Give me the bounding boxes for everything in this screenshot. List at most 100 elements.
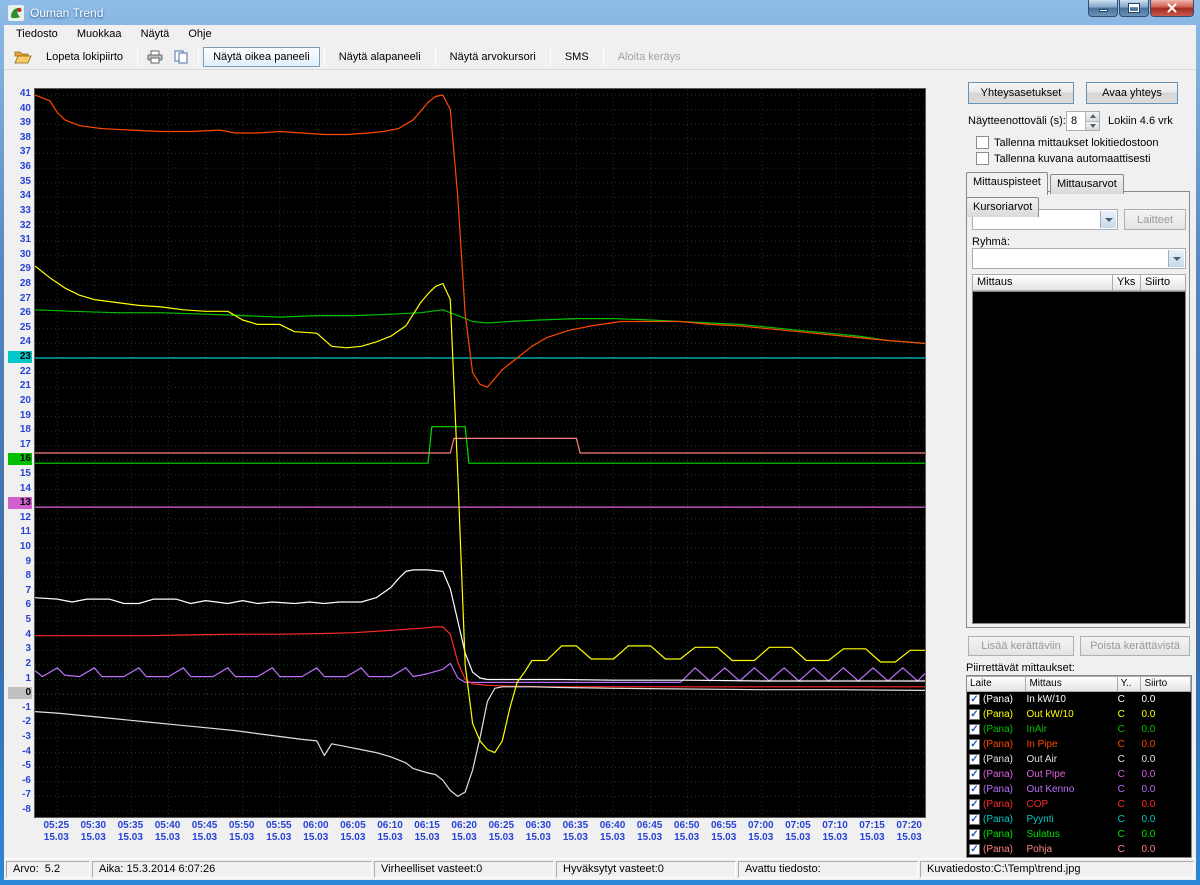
- shift-cell: 0.0: [1141, 739, 1156, 750]
- dropdown-arrow-icon[interactable]: [1100, 211, 1116, 228]
- plotted-measurement-row[interactable]: ✓ (Pana) Out Pipe C 0.0: [967, 767, 1191, 782]
- sms-button[interactable]: SMS: [555, 47, 599, 67]
- measurement-cell: In kW/10: [1026, 694, 1066, 705]
- measurement-cell: Out Air: [1026, 754, 1058, 765]
- sample-interval-spinner[interactable]: 8: [1066, 111, 1100, 131]
- measurement-checkbox[interactable]: ✓: [969, 784, 980, 795]
- window-title: Ouman Trend: [30, 5, 104, 20]
- group-combobox[interactable]: [972, 248, 1186, 269]
- measurement-checkbox[interactable]: ✓: [969, 799, 980, 810]
- x-axis-label: 06:55 15.03: [711, 820, 737, 843]
- copy-icon: [174, 50, 188, 63]
- tab-kursoriarvot[interactable]: Kursoriarvot: [966, 197, 1040, 217]
- measurement-checkbox[interactable]: ✓: [969, 754, 980, 765]
- col-siirto[interactable]: Siirto: [1141, 676, 1191, 692]
- open-connection-button[interactable]: Avaa yhteys: [1086, 82, 1178, 104]
- y-axis-label: -2: [22, 716, 31, 728]
- col-mittaus[interactable]: Mittaus: [972, 274, 1113, 291]
- y-axis-label: 22: [19, 365, 31, 377]
- y-axis-label: 41: [19, 88, 31, 99]
- print-button[interactable]: [142, 46, 168, 68]
- plotted-measurement-row[interactable]: ✓ (Pana) InAir C 0.0: [967, 722, 1191, 737]
- close-button[interactable]: [1150, 0, 1194, 17]
- window-buttons: [1087, 0, 1194, 17]
- tab-mittauspisteet[interactable]: Mittauspisteet: [966, 172, 1048, 195]
- menu-tiedosto[interactable]: Tiedosto: [8, 25, 66, 43]
- open-file-button[interactable]: [10, 46, 36, 68]
- measurement-checkbox[interactable]: ✓: [969, 844, 980, 855]
- stop-logging-button[interactable]: Lopeta lokipiirto: [36, 47, 133, 67]
- plotted-measurement-row[interactable]: ✓ (Pana) In kW/10 C 0.0: [967, 692, 1191, 707]
- col-y[interactable]: Y..: [1117, 676, 1142, 692]
- measurement-table-header: Mittaus Yks Siirto: [972, 274, 1186, 291]
- y-axis-label: 8: [25, 570, 31, 582]
- plotted-measurement-row[interactable]: ✓ (Pana) COP C 0.0: [967, 797, 1191, 812]
- plotted-measurement-row[interactable]: ✓ (Pana) Out Kenno C 0.0: [967, 782, 1191, 797]
- col-siirto[interactable]: Siirto: [1141, 274, 1186, 291]
- status-time: Aika: 15.3.2014 6:07:26: [92, 861, 372, 878]
- measurement-list[interactable]: [972, 291, 1186, 624]
- toggle-right-panel-button[interactable]: Näytä oikea paneeli: [203, 46, 320, 67]
- dropdown-arrow-icon[interactable]: [1168, 250, 1184, 267]
- measurement-checkbox[interactable]: ✓: [969, 709, 980, 720]
- y-axis-label: 24: [19, 336, 31, 348]
- plotted-measurement-row[interactable]: ✓ (Pana) Out kW/10 C 0.0: [967, 707, 1191, 722]
- connection-settings-button[interactable]: Yhteysasetukset: [968, 82, 1074, 104]
- x-axis-label: 05:40 15.03: [154, 820, 181, 843]
- toggle-value-cursor-button[interactable]: Näytä arvokursori: [440, 47, 546, 67]
- x-axis-labels: 05:25 15.03 05:30 15.03 05:35 15.03 05:40 15.03…: [34, 820, 926, 850]
- measurement-checkbox[interactable]: ✓: [969, 724, 980, 735]
- y-axis-label: 37: [19, 146, 31, 158]
- device-cell: (Pana): [983, 784, 1014, 795]
- toggle-bottom-panel-button[interactable]: Näytä alapaneeli: [329, 47, 431, 67]
- y-axis-label: -1: [22, 701, 31, 713]
- maximize-button[interactable]: [1119, 0, 1149, 17]
- save-image-checkbox[interactable]: [976, 152, 989, 165]
- start-collection-button: Aloita keräys: [617, 50, 681, 63]
- col-yks[interactable]: Yks: [1113, 274, 1141, 291]
- device-cell: (Pana): [983, 769, 1014, 780]
- status-value: Arvo: 5.2: [6, 861, 90, 878]
- measurement-checkbox[interactable]: ✓: [969, 769, 980, 780]
- tab-mittausarvot[interactable]: Mittausarvot: [1049, 174, 1124, 194]
- check-icon: ✓: [970, 754, 979, 765]
- add-to-collection-button: Lisää kerättäviin: [968, 636, 1074, 656]
- shift-cell: 0.0: [1141, 799, 1156, 810]
- save-log-checkbox[interactable]: [976, 136, 989, 149]
- y-axis-label: -4: [22, 745, 31, 757]
- x-axis-label: 06:35 15.03: [562, 820, 589, 843]
- menu-muokkaa[interactable]: Muokkaa: [69, 25, 130, 43]
- y-axis-labels: -8 -7 -6 -5 -4 -3 -2 -1 0 1 2 3 4 5 6 7 8 9 10 11 12 13 14 15 16…: [8, 88, 33, 828]
- save-image-label: Tallenna kuvana automaattisesti: [994, 153, 1151, 165]
- minimize-button[interactable]: [1088, 0, 1118, 17]
- measurement-checkbox[interactable]: ✓: [969, 829, 980, 840]
- plot-area[interactable]: [34, 88, 926, 818]
- measurement-checkbox[interactable]: ✓: [969, 814, 980, 825]
- plotted-measurement-row[interactable]: ✓ (Pana) Pyynti C 0.0: [967, 812, 1191, 827]
- copy-button[interactable]: [168, 46, 194, 68]
- menu-nayta[interactable]: Näytä: [133, 25, 178, 43]
- client-area: Tiedosto Muokkaa Näytä Ohje Lopeta lokip…: [4, 25, 1196, 880]
- y-axis-label: 5: [25, 614, 31, 625]
- plotted-measurement-row[interactable]: ✓ (Pana) In Pipe C 0.0: [967, 737, 1191, 752]
- plotted-measurement-row[interactable]: ✓ (Pana) Pohja C 0.0: [967, 842, 1191, 857]
- col-mittaus[interactable]: Mittaus: [1026, 676, 1118, 692]
- menu-ohje[interactable]: Ohje: [180, 25, 219, 43]
- spinner-up-icon[interactable]: [1085, 112, 1099, 121]
- col-laite[interactable]: Laite: [967, 676, 1027, 692]
- y-axis-label: 31: [19, 234, 31, 246]
- measurement-checkbox[interactable]: ✓: [969, 739, 980, 750]
- unit-cell: C: [1117, 709, 1125, 720]
- y-axis-label: 10: [19, 541, 31, 552]
- y-axis-label: 18: [19, 424, 31, 436]
- x-axis-label: 05:35 15.03: [117, 820, 144, 843]
- check-icon: ✓: [970, 829, 979, 840]
- plotted-measurement-row[interactable]: ✓ (Pana) Out Air C 0.0: [967, 752, 1191, 767]
- titlebar[interactable]: Ouman Trend: [0, 0, 1200, 25]
- measurement-checkbox[interactable]: ✓: [969, 694, 980, 705]
- y-axis-label: 32: [19, 219, 31, 231]
- menubar: Tiedosto Muokkaa Näytä Ohje: [4, 25, 1196, 44]
- device-cell: (Pana): [983, 814, 1014, 825]
- plotted-measurement-row[interactable]: ✓ (Pana) Sulatus C 0.0: [967, 827, 1191, 842]
- spinner-down-icon[interactable]: [1085, 120, 1099, 130]
